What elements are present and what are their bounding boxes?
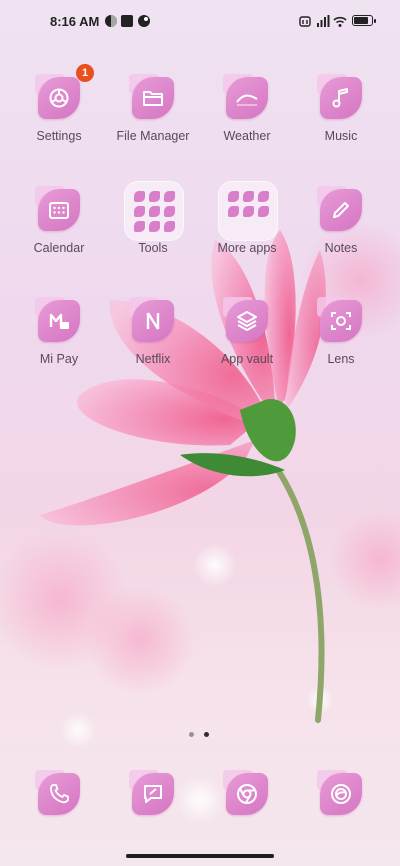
- folder-mini-app-icon: [134, 191, 145, 202]
- folder-mini-app-icon: [258, 191, 269, 202]
- gear-icon: [38, 77, 80, 119]
- browser-icon: [320, 773, 362, 815]
- status-time: 8:16 AM: [50, 14, 100, 29]
- app-label: File Manager: [116, 129, 190, 143]
- layers-icon: [226, 300, 268, 342]
- folder-mini-app-icon: [149, 221, 160, 232]
- app-lens[interactable]: Lens: [295, 297, 387, 366]
- messages-icon: [132, 773, 174, 815]
- app-label: Netflix: [135, 352, 171, 366]
- app-tools[interactable]: Tools: [107, 181, 199, 255]
- app-mi-pay[interactable]: Mi Pay: [13, 297, 105, 366]
- pen-icon: [320, 189, 362, 231]
- folder-mini-app-icon: [258, 206, 269, 217]
- app-calendar[interactable]: Calendar: [13, 186, 105, 255]
- mi-pay-icon: [38, 300, 80, 342]
- app-label: More apps: [217, 241, 277, 255]
- folder-mini-app-icon: [149, 206, 160, 217]
- folder-tools-icon: [124, 181, 184, 241]
- wifi-icon: [333, 16, 347, 27]
- app-label: Settings: [36, 129, 82, 143]
- dock-chrome-app[interactable]: [223, 770, 268, 815]
- folder-mini-app-icon: [243, 191, 254, 202]
- app-label: Lens: [327, 352, 355, 366]
- notification-app-icon-2: [138, 15, 150, 27]
- notification-app-icon: [105, 15, 117, 27]
- app-weather[interactable]: Weather: [201, 74, 293, 143]
- music-note-icon: [320, 77, 362, 119]
- folder-mini-app-icon: [149, 191, 160, 202]
- folder-mini-app-icon: [134, 206, 145, 217]
- app-more-apps[interactable]: More apps: [201, 181, 293, 255]
- page-dot-2[interactable]: [204, 732, 209, 737]
- weather-icon: [226, 77, 268, 119]
- folder-mini-app-icon: [228, 191, 239, 202]
- alarm-icon: [299, 16, 311, 27]
- app-app-vault[interactable]: App vault: [201, 297, 293, 366]
- app-label: Mi Pay: [39, 352, 79, 366]
- app-label: App vault: [220, 352, 274, 366]
- folder-mini-app-icon: [243, 206, 254, 217]
- dock-phone-app[interactable]: [35, 770, 80, 815]
- signal-icon: [317, 15, 330, 27]
- app-music[interactable]: Music: [295, 74, 387, 143]
- phone-icon: [38, 773, 80, 815]
- status-bar: 8:16 AM: [0, 0, 400, 44]
- app-label: Tools: [138, 241, 168, 255]
- dock-browser-app[interactable]: [317, 770, 362, 815]
- netflix-icon: [132, 300, 174, 342]
- folder-icon: [132, 77, 174, 119]
- app-settings[interactable]: 1 Settings: [13, 64, 105, 143]
- dock-messages-app[interactable]: [129, 770, 174, 815]
- app-label: Music: [324, 129, 358, 143]
- square-app-icon: [121, 15, 133, 27]
- folder-mini-app-icon: [228, 206, 239, 217]
- notification-badge: 1: [76, 64, 94, 82]
- home-indicator[interactable]: [126, 854, 274, 858]
- folder-mini-app-icon: [164, 206, 175, 217]
- folder-more-apps-icon: [218, 181, 278, 241]
- app-notes[interactable]: Notes: [295, 186, 387, 255]
- lens-scan-icon: [320, 300, 362, 342]
- page-dot-1[interactable]: [189, 732, 194, 737]
- battery-icon: [352, 15, 376, 26]
- app-label: Notes: [324, 241, 358, 255]
- chrome-icon: [226, 773, 268, 815]
- app-netflix[interactable]: Netflix: [107, 297, 199, 366]
- app-file-manager[interactable]: File Manager: [107, 74, 199, 143]
- folder-mini-app-icon: [164, 191, 175, 202]
- app-label: Calendar: [33, 241, 85, 255]
- folder-mini-app-icon: [134, 221, 145, 232]
- calendar-icon: [38, 189, 80, 231]
- folder-mini-app-icon: [164, 221, 175, 232]
- app-label: Weather: [223, 129, 271, 143]
